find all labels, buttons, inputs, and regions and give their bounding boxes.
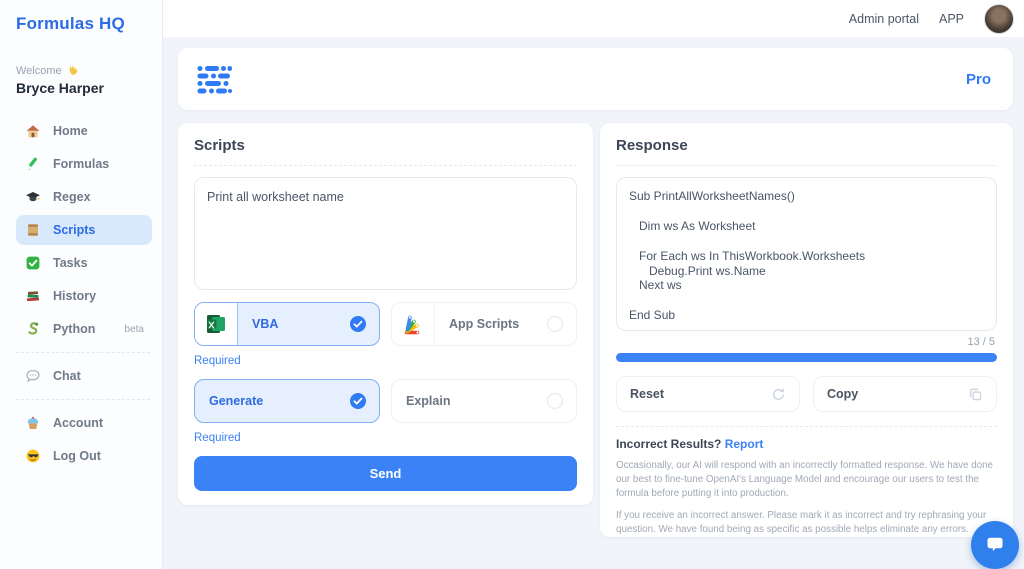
- disclaimer-text-2: If you receive an incorrect answer. Plea…: [616, 509, 987, 535]
- wave-icon: [66, 64, 79, 77]
- sidebar-item-scripts[interactable]: Scripts: [16, 215, 152, 245]
- app-root: Formulas HQ Welcome Bryce Harper Home Fo…: [0, 0, 1024, 569]
- sidebar-item-label: History: [53, 289, 97, 303]
- welcome-label: Welcome: [16, 64, 62, 77]
- check-circle-icon: [349, 315, 367, 333]
- radio-empty-icon: [546, 315, 564, 333]
- scripts-panel: Scripts Print all worksheet name VBA App…: [178, 123, 593, 505]
- response-panel-title: Response: [616, 137, 688, 154]
- brand-title: Formulas HQ: [16, 14, 125, 33]
- sidebar-item-formulas[interactable]: Formulas: [16, 149, 152, 179]
- reset-button-label: Reset: [630, 387, 665, 401]
- sidebar-item-label: Python: [53, 322, 96, 336]
- prompt-input[interactable]: Print all worksheet name: [194, 177, 577, 290]
- sunglasses-icon: [25, 448, 41, 464]
- incorrect-results-label: Incorrect Results?: [616, 437, 722, 451]
- sidebar-item-label: Account: [53, 416, 103, 430]
- apps-script-icon: [392, 303, 435, 345]
- pen-icon: [25, 156, 41, 172]
- snake-icon: [25, 321, 41, 337]
- send-button[interactable]: Send: [194, 456, 577, 491]
- sidebar-item-logout[interactable]: Log Out: [16, 441, 152, 471]
- graduation-cap-icon: [25, 189, 41, 205]
- scripts-panel-title: Scripts: [194, 137, 245, 154]
- required-label: Required: [194, 355, 241, 367]
- explain-option-label: Explain: [406, 394, 451, 408]
- avatar[interactable]: [984, 3, 1014, 34]
- response-panel: Response Sub PrintAllWorksheetNames() Di…: [600, 123, 1013, 537]
- divider: [194, 165, 577, 166]
- incorrect-results-line: Incorrect Results? Report: [616, 437, 997, 451]
- sidebar-item-label: Log Out: [53, 449, 101, 463]
- radio-empty-icon: [546, 392, 564, 410]
- header-card: Pro: [178, 48, 1013, 110]
- language-options-row: VBA App Scripts: [194, 302, 577, 346]
- topbar: Admin portal APP: [163, 0, 1024, 37]
- divider: [16, 352, 150, 353]
- home-icon: [25, 123, 41, 139]
- disclaimer-text-1: Occasionally, our AI will respond with a…: [616, 460, 994, 499]
- sidebar-item-label: Tasks: [53, 256, 88, 270]
- sidebar-item-account[interactable]: Account: [16, 408, 152, 438]
- divider: [616, 165, 997, 166]
- beta-badge: beta: [124, 323, 144, 335]
- sidebar-item-tasks[interactable]: Tasks: [16, 248, 152, 278]
- code-output: Sub PrintAllWorksheetNames() Dim ws As W…: [629, 189, 866, 323]
- sidebar-item-label: Home: [53, 124, 88, 138]
- admin-portal-link[interactable]: Admin portal: [849, 12, 919, 26]
- user-name: Bryce Harper: [16, 80, 104, 96]
- sidebar-item-regex[interactable]: Regex: [16, 182, 152, 212]
- sidebar-item-python[interactable]: Python beta: [16, 314, 152, 344]
- sidebar-item-label: Scripts: [53, 223, 96, 237]
- chat-fab-button[interactable]: [971, 521, 1019, 569]
- required-label: Required: [194, 432, 241, 444]
- code-output-box: Sub PrintAllWorksheetNames() Dim ws As W…: [616, 177, 997, 331]
- cupcake-icon: [25, 415, 41, 431]
- sidebar-item-label: Chat: [53, 369, 81, 383]
- response-actions-row: Reset Copy: [616, 376, 997, 412]
- reset-button[interactable]: Reset: [616, 376, 800, 412]
- divider: [16, 399, 150, 400]
- sidebar-item-history[interactable]: History: [16, 281, 152, 311]
- refresh-icon: [771, 387, 786, 402]
- app-scripts-option-label: App Scripts: [449, 317, 520, 331]
- copy-icon: [968, 387, 983, 402]
- usage-progress-bar: [616, 353, 997, 362]
- app-link[interactable]: APP: [939, 12, 964, 26]
- vba-option-label: VBA: [252, 317, 279, 331]
- scroll-icon: [25, 222, 41, 238]
- sidebar-item-home[interactable]: Home: [16, 116, 152, 146]
- pro-plan-label[interactable]: Pro: [966, 71, 991, 88]
- welcome-text: Welcome: [16, 64, 152, 77]
- app-scripts-option-button[interactable]: App Scripts: [391, 302, 577, 346]
- divider: [616, 426, 997, 427]
- vba-option-button[interactable]: VBA: [194, 302, 380, 346]
- chat-bubble-icon: [25, 368, 41, 384]
- sidebar-item-label: Regex: [53, 190, 91, 204]
- excel-icon: [195, 303, 238, 345]
- chat-bubble-icon: [983, 533, 1007, 557]
- generate-option-button[interactable]: Generate: [194, 379, 380, 423]
- sidebar-item-label: Formulas: [53, 157, 110, 171]
- copy-button-label: Copy: [827, 387, 859, 401]
- copy-button[interactable]: Copy: [813, 376, 997, 412]
- sidebar: Formulas HQ Welcome Bryce Harper Home Fo…: [0, 0, 163, 569]
- sidebar-item-chat[interactable]: Chat: [16, 361, 152, 391]
- check-icon: [25, 255, 41, 271]
- explain-option-button[interactable]: Explain: [391, 379, 577, 423]
- action-options-row: Generate Explain: [194, 379, 577, 423]
- check-circle-icon: [349, 392, 367, 410]
- report-link[interactable]: Report: [725, 437, 764, 451]
- scripts-pattern-icon: [196, 64, 232, 94]
- usage-counter: 13 / 5: [967, 336, 995, 348]
- generate-option-label: Generate: [209, 394, 264, 408]
- books-icon: [25, 288, 41, 304]
